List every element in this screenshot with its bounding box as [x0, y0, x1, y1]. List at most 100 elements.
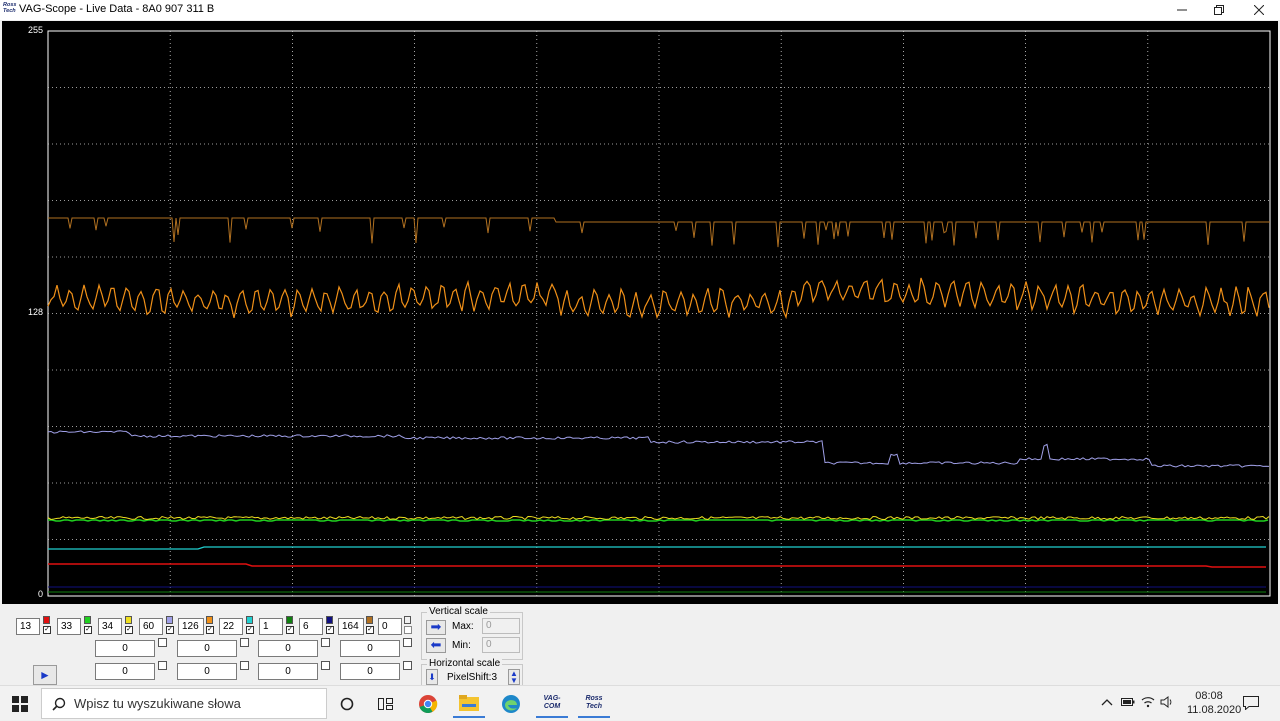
channel-1-checkbox[interactable]: ✓: [43, 626, 51, 634]
window-title: VAG-Scope - Live Data - 8A0 907 311 B: [19, 3, 215, 15]
channel-6-checkbox[interactable]: ✓: [246, 626, 254, 634]
control-panel: 13 ✓ 33 ✓ 34 ✓ 60 ✓ 126 ✓ 22 ✓ 1 ✓ 6 ✓ 1…: [0, 605, 1280, 690]
channel-3-value[interactable]: 34: [98, 618, 122, 635]
play-icon: ►: [39, 668, 51, 682]
offset-1-4[interactable]: 0: [340, 640, 400, 657]
play-button[interactable]: ►: [33, 665, 57, 685]
offset-2-3[interactable]: 0: [258, 663, 318, 680]
clock-time: 08:08: [1195, 690, 1223, 702]
ross-tech-icon: Ross Tech: [585, 694, 603, 710]
channel-4-value[interactable]: 60: [139, 618, 163, 635]
channel-1-value[interactable]: 13: [16, 618, 40, 635]
channel-10-checkbox[interactable]: [404, 626, 412, 634]
wifi-icon: [1141, 697, 1155, 708]
channel-10-value[interactable]: 0: [378, 618, 402, 635]
channel-7-checkbox[interactable]: ✓: [286, 626, 294, 634]
arrow-down-icon: ⬇: [428, 672, 436, 682]
notification-icon: [1243, 696, 1259, 711]
arrow-right-icon: ➡: [430, 619, 442, 634]
channel-1-color[interactable]: [43, 616, 50, 624]
tray-overflow-button[interactable]: [1101, 697, 1113, 709]
windows-icon: [12, 695, 28, 712]
offset-2-1-toggle[interactable]: [158, 661, 167, 670]
max-label: Max:: [452, 621, 474, 632]
ross-tech-button[interactable]: Ross Tech: [578, 689, 610, 718]
offset-1-1-toggle[interactable]: [158, 638, 167, 647]
vertical-min-button[interactable]: ⬅: [426, 638, 446, 653]
channel-5-color[interactable]: [206, 616, 213, 624]
spinner-icon: ▲ ▼: [510, 669, 518, 685]
taskbar: Wpisz tu wyszukiwane słowa VAG- COM Ross T…: [0, 685, 1280, 720]
notifications-button[interactable]: [1243, 696, 1259, 713]
axis-label-min: 0: [38, 589, 43, 599]
clock-date: 11.08.2020: [1187, 704, 1242, 716]
minimize-icon: [1177, 9, 1187, 11]
vag-com-button[interactable]: VAG- COM: [536, 689, 568, 718]
offset-2-3-toggle[interactable]: [321, 661, 330, 670]
clock[interactable]: 08:08 11.08.2020: [1187, 690, 1242, 716]
channel-2-value[interactable]: 33: [57, 618, 81, 635]
file-explorer-button[interactable]: [453, 689, 485, 718]
volume-button[interactable]: [1160, 696, 1174, 711]
channel-7-value[interactable]: 1: [259, 618, 283, 635]
horizontal-scale-down-button[interactable]: ⬇: [426, 669, 438, 685]
close-button[interactable]: [1239, 0, 1279, 20]
offset-2-4[interactable]: 0: [340, 663, 400, 680]
channel-4-checkbox[interactable]: ✓: [166, 626, 174, 634]
min-field[interactable]: 0: [482, 637, 520, 653]
offset-1-3[interactable]: 0: [258, 640, 318, 657]
minimize-button[interactable]: [1162, 0, 1202, 20]
channel-9-checkbox[interactable]: ✓: [366, 626, 374, 634]
channel-10-color[interactable]: [404, 616, 411, 624]
max-field[interactable]: 0: [482, 618, 520, 634]
offset-1-1[interactable]: 0: [95, 640, 155, 657]
offset-2-1[interactable]: 0: [95, 663, 155, 680]
taskbar-search-input[interactable]: Wpisz tu wyszukiwane słowa: [41, 688, 327, 719]
channel-6-color[interactable]: [246, 616, 253, 624]
channel-2-color[interactable]: [84, 616, 91, 624]
offset-1-2[interactable]: 0: [177, 640, 237, 657]
channel-3-checkbox[interactable]: ✓: [125, 626, 133, 634]
channel-5-checkbox[interactable]: ✓: [206, 626, 214, 634]
battery-button[interactable]: [1121, 697, 1135, 710]
offset-1-4-toggle[interactable]: [403, 638, 412, 647]
restore-icon: [1214, 5, 1224, 15]
wifi-button[interactable]: [1141, 695, 1155, 711]
cortana-button[interactable]: [331, 689, 363, 718]
restore-button[interactable]: [1199, 0, 1239, 20]
channel-4-color[interactable]: [166, 616, 173, 624]
task-view-icon: [378, 697, 393, 710]
task-view-button[interactable]: [370, 689, 402, 718]
start-button[interactable]: [0, 686, 40, 721]
channel-6-value[interactable]: 22: [219, 618, 243, 635]
channel-7-color[interactable]: [286, 616, 293, 624]
vertical-max-button[interactable]: ➡: [426, 620, 446, 635]
volume-icon: [1160, 696, 1172, 708]
channel-8-checkbox[interactable]: ✓: [326, 626, 334, 634]
chrome-button[interactable]: [412, 689, 444, 718]
axis-label-max: 255: [28, 25, 43, 35]
search-icon: [52, 697, 66, 711]
offset-1-2-toggle[interactable]: [240, 638, 249, 647]
min-label: Min:: [452, 640, 471, 651]
title-bar: Ross Tech VAG-Scope - Live Data - 8A0 907…: [0, 0, 1280, 20]
channel-9-value[interactable]: 164: [338, 618, 364, 635]
edge-button[interactable]: [495, 689, 527, 718]
edge-icon: [502, 694, 520, 713]
channel-9-color[interactable]: [366, 616, 373, 624]
scope-display: 255 128 0: [0, 20, 1280, 605]
offset-2-2-toggle[interactable]: [240, 661, 249, 670]
channel-3-color[interactable]: [125, 616, 132, 624]
channel-5-value[interactable]: 126: [178, 618, 204, 635]
horizontal-scale-spinner[interactable]: ▲ ▼: [508, 669, 520, 685]
offset-2-2[interactable]: 0: [177, 663, 237, 680]
channel-2-checkbox[interactable]: ✓: [84, 626, 92, 634]
offset-2-4-toggle[interactable]: [403, 661, 412, 670]
folder-icon: [459, 694, 479, 711]
channel-8-value[interactable]: 6: [299, 618, 323, 635]
channel-8-color[interactable]: [326, 616, 333, 624]
battery-icon: [1121, 698, 1135, 706]
cortana-icon: [340, 697, 354, 710]
offset-1-3-toggle[interactable]: [321, 638, 330, 647]
chevron-up-icon: [1101, 699, 1113, 706]
